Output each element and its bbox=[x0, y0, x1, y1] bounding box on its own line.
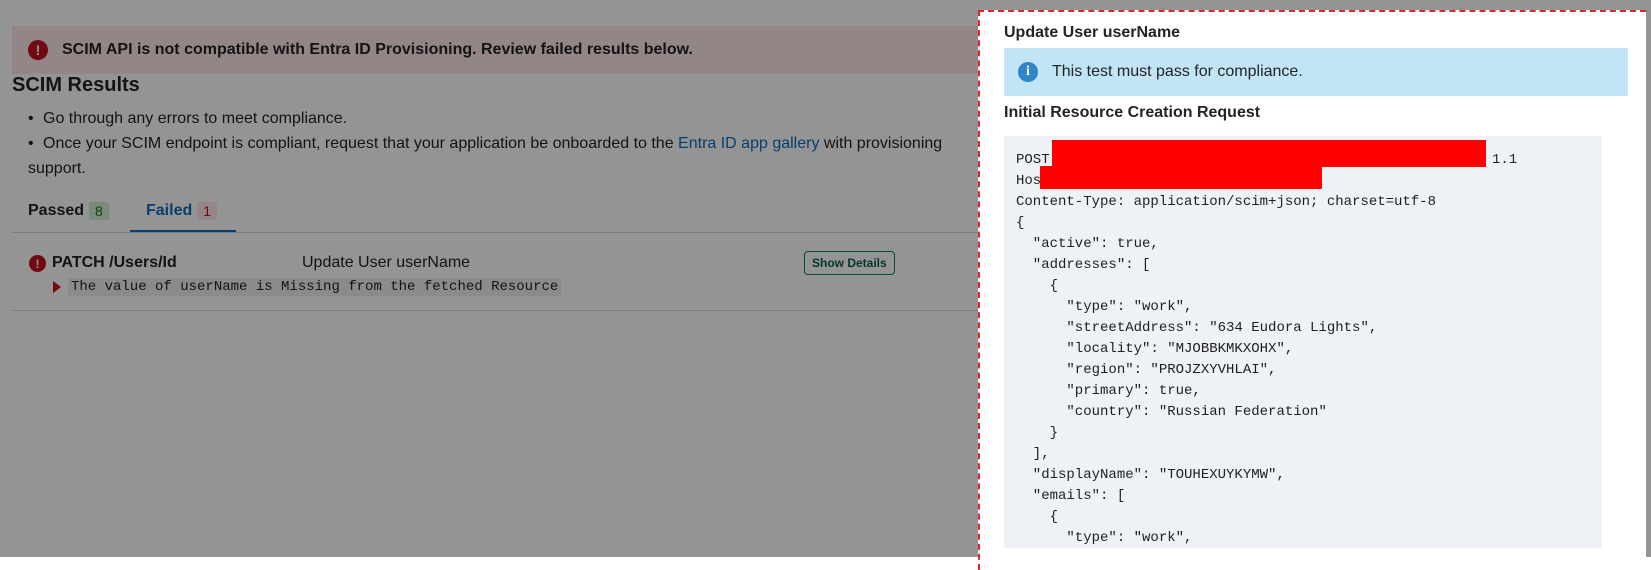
request-code: POST Host: Content-Type: application/sci… bbox=[1016, 150, 1436, 548]
info-icon: i bbox=[1018, 62, 1038, 82]
details-side-panel: Update User userName i This test must pa… bbox=[978, 10, 1646, 570]
request-code-block: POST Host: Content-Type: application/sci… bbox=[1004, 136, 1602, 548]
section-heading: Initial Resource Creation Request bbox=[1004, 104, 1261, 121]
info-message: This test must pass for compliance. bbox=[1052, 63, 1303, 80]
request-body: Content-Type: application/scim+json; cha… bbox=[1016, 194, 1437, 546]
redacted-host-block bbox=[1040, 166, 1322, 189]
redacted-url-block bbox=[1052, 140, 1486, 167]
panel-title: Update User userName bbox=[1004, 24, 1181, 41]
http-version: 1.1 bbox=[1492, 152, 1518, 168]
compliance-info-bar: i This test must pass for compliance. bbox=[1004, 48, 1628, 96]
